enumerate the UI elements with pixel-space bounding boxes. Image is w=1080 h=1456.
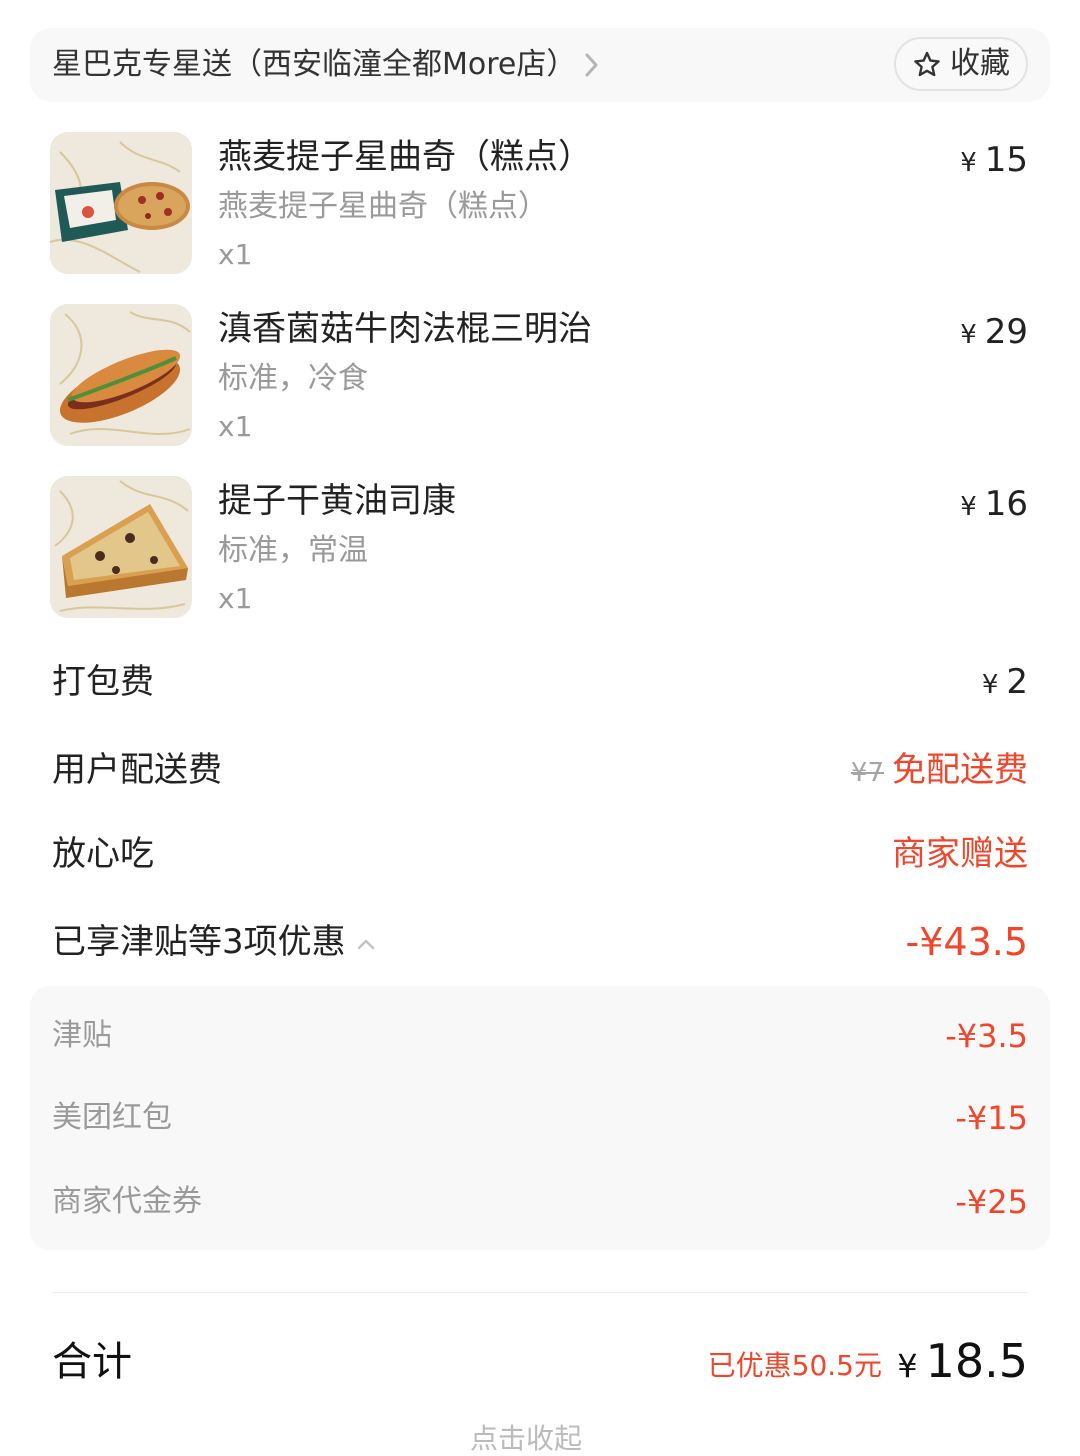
top-strip <box>0 0 1080 28</box>
item-spec: 标准，常温 <box>218 533 368 568</box>
currency-symbol: ¥ <box>960 148 977 178</box>
item-quantity: x1 <box>218 410 253 443</box>
delivery-fee-label: 用户配送费 <box>52 750 222 790</box>
item-price: ¥15 <box>960 140 1028 183</box>
shop-name[interactable]: 星巴克专星送（西安临潼全都More店） <box>52 46 576 84</box>
item-name: 燕麦提子星曲奇（糕点） <box>218 137 592 177</box>
discount-details-panel: 津贴 -¥3.5 美团红包 -¥15 商家代金券 -¥25 <box>30 986 1050 1250</box>
original-delivery-fee: ¥7 <box>850 758 884 788</box>
total-saved-text: 已优惠50.5元 <box>707 1349 882 1382</box>
delivery-fee-value: ¥7 免配送费 <box>851 748 1028 795</box>
discount-summary-text: 已享津贴等3项优惠 <box>52 922 346 962</box>
item-quantity: x1 <box>218 582 253 615</box>
chevron-right-icon[interactable] <box>584 52 600 78</box>
discount-value: -¥15 <box>955 1099 1028 1137</box>
packing-fee-label: 打包费 <box>52 662 154 702</box>
order-item[interactable]: 燕麦提子星曲奇（糕点） 燕麦提子星曲奇（糕点） x1 ¥15 <box>0 132 1080 282</box>
discount-row: 美团红包 -¥15 <box>52 1098 1028 1142</box>
price-value: 15 <box>984 140 1028 180</box>
packing-fee-value: ¥2 <box>982 660 1028 707</box>
total-label: 合计 <box>52 1339 132 1385</box>
cookie-image <box>50 132 192 274</box>
discount-row: 津贴 -¥3.5 <box>52 1016 1028 1060</box>
scone-image <box>50 476 192 618</box>
discount-value: -¥3.5 <box>945 1017 1028 1055</box>
currency-symbol: ¥ <box>897 1347 918 1385</box>
item-price: ¥29 <box>960 312 1028 355</box>
item-price: ¥16 <box>960 484 1028 527</box>
item-quantity: x1 <box>218 238 253 271</box>
item-spec: 燕麦提子星曲奇（糕点） <box>218 189 548 224</box>
price-value: 16 <box>984 484 1028 524</box>
discount-label: 津贴 <box>52 1018 112 1053</box>
delivery-fee-row: 用户配送费 ¥7 免配送费 <box>52 748 1028 798</box>
star-icon <box>914 51 940 77</box>
chevron-up-icon[interactable] <box>356 937 376 951</box>
sandwich-image <box>50 304 192 446</box>
order-item[interactable]: 提子干黄油司康 标准，常温 x1 ¥16 <box>0 476 1080 626</box>
item-name: 提子干黄油司康 <box>218 481 456 521</box>
collapse-link[interactable]: 点击收起 <box>470 1422 582 1456</box>
total-value: 18.5 <box>925 1334 1028 1388</box>
divider <box>52 1292 1028 1293</box>
favorite-button[interactable]: 收藏 <box>894 37 1028 91</box>
price-value: 29 <box>984 312 1028 352</box>
favorite-label: 收藏 <box>950 46 1010 81</box>
item-spec: 标准，冷食 <box>218 361 368 396</box>
packing-fee-amount: 2 <box>1006 662 1028 702</box>
total-amount: ¥18.5 <box>897 1332 1028 1395</box>
discount-value: -¥25 <box>955 1183 1028 1221</box>
discount-summary-label[interactable]: 已享津贴等3项优惠 <box>52 920 376 964</box>
discount-summary-row[interactable]: 已享津贴等3项优惠 -¥43.5 <box>52 920 1028 970</box>
assurance-label: 放心吃 <box>52 834 154 874</box>
free-delivery-label: 免配送费 <box>892 750 1028 790</box>
discount-summary-value: -¥43.5 <box>905 920 1029 964</box>
order-item[interactable]: 滇香菌菇牛肉法棍三明治 标准，冷食 x1 ¥29 <box>0 304 1080 454</box>
item-name: 滇香菌菇牛肉法棍三明治 <box>218 309 592 349</box>
packing-fee-row: 打包费 ¥2 <box>52 660 1028 710</box>
assurance-value: 商家赠送 <box>892 834 1028 874</box>
assurance-row: 放心吃 商家赠送 <box>52 832 1028 882</box>
discount-label: 商家代金券 <box>52 1184 202 1219</box>
discount-label: 美团红包 <box>52 1100 172 1135</box>
currency-symbol: ¥ <box>960 320 977 350</box>
shop-header[interactable]: 星巴克专星送（西安临潼全都More店） 收藏 <box>30 28 1050 102</box>
currency-symbol: ¥ <box>960 492 977 522</box>
currency-symbol: ¥ <box>981 670 999 700</box>
discount-row: 商家代金券 -¥25 <box>52 1182 1028 1226</box>
